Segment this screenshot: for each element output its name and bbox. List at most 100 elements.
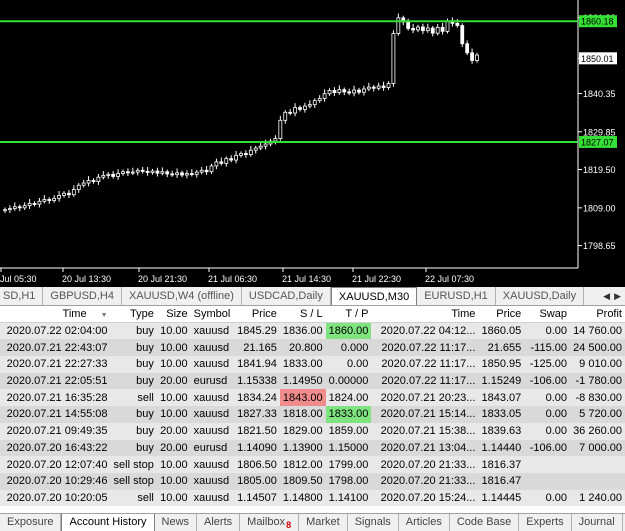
table-cell: 2020.07.21 15:38...: [380, 425, 476, 438]
terminal-tab[interactable]: Account History: [61, 514, 155, 531]
candle-body: [411, 28, 415, 31]
table-row[interactable]: 2020.07.20 10:29:46 sell stop 10.00 xauusd 1…: [0, 472, 625, 490]
candlestick-chart[interactable]: 1861.201850.011840.351829.851819.501809.…: [0, 0, 625, 287]
candle-body: [130, 171, 135, 174]
candle-body: [209, 165, 214, 173]
candle-body: [3, 209, 7, 212]
terminal-tab[interactable]: Code Base: [450, 514, 520, 531]
table-cell: xauusd: [193, 425, 230, 438]
column-header[interactable]: Symbol: [190, 306, 234, 324]
table-row[interactable]: 2020.07.20 12:07:40 sell stop 10.00 xauusd 1…: [0, 456, 625, 473]
table-row[interactable]: 2020.07.21 16:35:28 sell 10.00 xauusd 1834.2…: [0, 389, 625, 407]
candle-body: [332, 90, 337, 94]
candle-body: [293, 107, 297, 114]
candle-body: [185, 173, 189, 176]
candle-body: [42, 199, 47, 202]
terminal-tab[interactable]: Journal: [572, 514, 623, 531]
table-cell: 2020.07.20 10:20:05: [6, 491, 108, 504]
table-cell: sell stop: [113, 458, 154, 471]
table-row[interactable]: 2020.07.21 14:55:08 buy 10.00 xauusd 1827.33…: [0, 406, 625, 423]
table-cell: 1859.00: [328, 425, 369, 438]
candle-body: [170, 173, 175, 176]
candle-body: [460, 25, 465, 45]
candle-body: [71, 189, 76, 196]
terminal-tab[interactable]: Alerts: [197, 514, 241, 531]
candle-body: [204, 169, 209, 173]
column-header[interactable]: Swap: [524, 306, 570, 324]
table-cell: 1843.07: [481, 391, 522, 404]
terminal-tab[interactable]: Market: [299, 514, 348, 531]
table-cell: 0.00: [346, 358, 369, 371]
chart-tab[interactable]: GBPUSD,H4: [43, 287, 122, 305]
terminal-tab[interactable]: Experts: [519, 514, 572, 531]
column-header[interactable]: Type: [110, 306, 157, 324]
chart-tab[interactable]: EURUSD,H1: [417, 287, 496, 305]
x-tick-label: Jul 05:30: [0, 274, 37, 284]
candle-body: [470, 52, 474, 61]
candle-body: [175, 172, 179, 176]
table-cell: 0.00000: [328, 375, 369, 388]
candle-body: [219, 161, 224, 164]
candle-body: [244, 153, 248, 156]
terminal-tab[interactable]: Mailbox8: [240, 514, 300, 531]
chart-tab[interactable]: SD,H1: [0, 287, 44, 305]
terminal-tab[interactable]: Signals: [348, 514, 399, 531]
table-cell: sell: [137, 491, 154, 504]
column-header[interactable]: Price: [478, 306, 525, 324]
candle-body: [366, 86, 371, 90]
candle-body: [12, 206, 17, 209]
table-cell: 2020.07.22 11:17...: [381, 341, 476, 354]
table-cell: 10.00: [160, 491, 188, 504]
candle-body: [445, 20, 450, 32]
account-history-table[interactable]: Time ▼ Type Size Symbol Price S / LT / P Time Pr…: [0, 306, 625, 513]
table-cell: 1805.00: [237, 475, 277, 488]
current-price-label: 1850.01: [581, 54, 614, 64]
table-cell: xauusd: [193, 408, 230, 421]
table-row[interactable]: 2020.07.22 02:04:00 buy 10.00 xauusd 1845.29…: [0, 322, 625, 340]
table-cell: 1843.00: [279, 389, 326, 407]
terminal-tab[interactable]: Exposure: [0, 514, 62, 531]
candle-body: [101, 174, 106, 178]
table-cell: 1850.95: [481, 358, 522, 371]
table-cell: buy: [136, 325, 154, 338]
column-header[interactable]: T / P: [325, 306, 372, 324]
table-row[interactable]: 2020.07.21 22:05:51 buy 20.00 eurusd 1.15338…: [0, 372, 625, 390]
table-row[interactable]: 2020.07.20 16:43:22 buy 20.00 eurusd 1.14090…: [0, 439, 625, 457]
column-header[interactable]: S / L: [279, 306, 326, 324]
candle-body: [91, 180, 96, 182]
column-header[interactable]: Time ▼: [0, 306, 111, 324]
table-cell: 1836.00: [282, 325, 323, 338]
candle-body: [106, 173, 111, 176]
candle-body: [391, 33, 396, 84]
scroll-left-icon[interactable]: ◀: [603, 291, 610, 302]
candle-body: [27, 203, 32, 207]
table-row[interactable]: 2020.07.21 09:49:35 buy 20.00 xauusd 1821.50…: [0, 422, 625, 440]
column-header[interactable]: Price: [234, 306, 280, 324]
chart-tab[interactable]: XAUUSD,Daily: [496, 287, 585, 305]
chart-tab[interactable]: XAUUSD,W4 (offline): [122, 287, 242, 305]
terminal-tab[interactable]: News: [155, 514, 198, 531]
table-row[interactable]: 2020.07.21 22:27:33 buy 10.00 xauusd 1841.94…: [0, 356, 625, 373]
table-cell: xauusd: [193, 458, 230, 471]
column-header[interactable]: Profit: [570, 306, 625, 324]
column-header[interactable]: Size: [156, 306, 191, 324]
table-cell: sell stop: [113, 475, 154, 488]
table-cell: xauusd: [193, 341, 230, 354]
candle-body: [322, 93, 327, 99]
candle-body: [111, 173, 116, 177]
scroll-right-icon[interactable]: ▶: [614, 291, 621, 302]
price-chart[interactable]: 1861.201850.011840.351829.851819.501809.…: [0, 0, 625, 287]
candle-body: [189, 173, 194, 175]
table-row[interactable]: 2020.07.21 22:43:07 buy 10.00 xauusd 21.165 2…: [0, 339, 625, 357]
table-cell: [524, 456, 570, 473]
chart-tab[interactable]: USDCAD,Daily: [242, 287, 331, 305]
column-header[interactable]: Time: [371, 306, 479, 324]
chart-tab[interactable]: XAUUSD,M30: [330, 287, 418, 305]
table-cell: xauusd: [193, 358, 230, 371]
table-cell: xauusd: [193, 475, 230, 488]
table-row[interactable]: 2020.07.20 10:20:05 sell 10.00 xauusd 1.1450…: [0, 489, 625, 507]
candle-body: [234, 154, 238, 161]
table-cell: 2020.07.20 12:07:40: [6, 458, 108, 471]
table-cell: 0.00: [545, 408, 567, 421]
terminal-tab[interactable]: Articles: [399, 514, 450, 531]
